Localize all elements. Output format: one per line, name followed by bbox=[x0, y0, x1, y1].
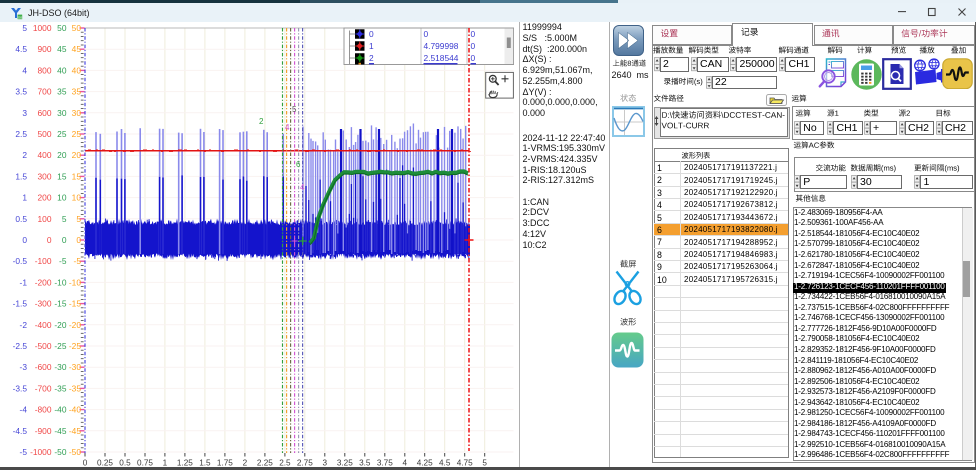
svg-text:-15: -15 bbox=[54, 299, 66, 309]
svg-text:500: 500 bbox=[38, 129, 52, 139]
svg-text:0: 0 bbox=[62, 235, 67, 245]
svg-text:-35: -35 bbox=[54, 383, 66, 393]
svg-text:0: 0 bbox=[369, 29, 374, 39]
svg-text:300: 300 bbox=[38, 171, 52, 181]
svg-text:0: 0 bbox=[471, 53, 476, 63]
svg-text:2: 2 bbox=[22, 150, 27, 160]
svg-text:-45: -45 bbox=[54, 426, 66, 436]
svg-text:-2: -2 bbox=[20, 320, 28, 330]
svg-text:0: 0 bbox=[22, 235, 27, 245]
svg-text:10: 10 bbox=[57, 193, 67, 203]
svg-text:600: 600 bbox=[38, 108, 52, 118]
svg-text:5: 5 bbox=[22, 23, 27, 33]
svg-text:-25: -25 bbox=[54, 341, 66, 351]
svg-text:0: 0 bbox=[76, 235, 81, 245]
svg-text:-300: -300 bbox=[35, 299, 52, 309]
svg-text:25: 25 bbox=[72, 129, 82, 139]
svg-text:0: 0 bbox=[424, 29, 429, 39]
svg-text:4: 4 bbox=[285, 123, 290, 132]
svg-text:-4: -4 bbox=[20, 405, 28, 415]
svg-text:-15: -15 bbox=[69, 299, 81, 309]
svg-text:-1000: -1000 bbox=[30, 447, 52, 457]
svg-text:100: 100 bbox=[38, 214, 52, 224]
svg-text:-30: -30 bbox=[54, 362, 66, 372]
svg-text:-700: -700 bbox=[35, 383, 52, 393]
svg-text:-5: -5 bbox=[20, 447, 28, 457]
svg-text:3.5: 3.5 bbox=[15, 87, 27, 97]
svg-text:so: so bbox=[18, 15, 23, 20]
svg-text:4: 4 bbox=[300, 183, 305, 192]
svg-text:15: 15 bbox=[72, 171, 82, 181]
svg-text:20: 20 bbox=[57, 150, 67, 160]
svg-text:700: 700 bbox=[38, 87, 52, 97]
svg-text:-25: -25 bbox=[69, 341, 81, 351]
svg-text:30: 30 bbox=[57, 108, 67, 118]
svg-text:400: 400 bbox=[38, 150, 52, 160]
svg-text:4.5: 4.5 bbox=[15, 44, 27, 54]
svg-text:5: 5 bbox=[292, 105, 297, 114]
svg-text:-3.5: -3.5 bbox=[13, 383, 28, 393]
svg-text:0: 0 bbox=[471, 41, 476, 51]
svg-text:-50: -50 bbox=[69, 447, 81, 457]
svg-text:2.518544: 2.518544 bbox=[424, 53, 459, 63]
svg-text:45: 45 bbox=[72, 44, 82, 54]
svg-text:-5: -5 bbox=[74, 256, 82, 266]
svg-text:-2.5: -2.5 bbox=[13, 341, 28, 351]
svg-text:35: 35 bbox=[72, 87, 82, 97]
svg-text:0: 0 bbox=[471, 29, 476, 39]
svg-text:0.5: 0.5 bbox=[15, 214, 27, 224]
svg-text:45: 45 bbox=[57, 44, 67, 54]
svg-text:-40: -40 bbox=[69, 405, 81, 415]
svg-text:2: 2 bbox=[369, 53, 374, 63]
svg-text:1.5: 1.5 bbox=[15, 171, 27, 181]
svg-text:30: 30 bbox=[72, 108, 82, 118]
svg-text:2.5: 2.5 bbox=[15, 129, 27, 139]
svg-text:35: 35 bbox=[57, 87, 67, 97]
svg-text:2: 2 bbox=[259, 117, 264, 126]
svg-text:50: 50 bbox=[72, 23, 82, 33]
svg-text:-40: -40 bbox=[54, 405, 66, 415]
svg-text:200: 200 bbox=[38, 193, 52, 203]
svg-text:40: 40 bbox=[57, 65, 67, 75]
svg-text:0: 0 bbox=[47, 235, 52, 245]
svg-text:-4.5: -4.5 bbox=[13, 426, 28, 436]
svg-text:-900: -900 bbox=[35, 426, 52, 436]
svg-text:-400: -400 bbox=[35, 320, 52, 330]
svg-text:3: 3 bbox=[22, 108, 27, 118]
svg-text:-1: -1 bbox=[20, 277, 28, 287]
svg-text:800: 800 bbox=[38, 65, 52, 75]
svg-text:-1.5: -1.5 bbox=[13, 299, 28, 309]
svg-text:5: 5 bbox=[76, 214, 81, 224]
svg-text:-600: -600 bbox=[35, 362, 52, 372]
svg-text:4.799998: 4.799998 bbox=[424, 41, 459, 51]
svg-text:40: 40 bbox=[72, 65, 82, 75]
svg-text:50: 50 bbox=[57, 23, 67, 33]
svg-text:20: 20 bbox=[72, 150, 82, 160]
svg-text:4: 4 bbox=[22, 65, 27, 75]
svg-text:-20: -20 bbox=[69, 320, 81, 330]
svg-text:1000: 1000 bbox=[33, 23, 52, 33]
svg-text:-50: -50 bbox=[54, 447, 66, 457]
svg-text:5: 5 bbox=[62, 214, 67, 224]
svg-text:-5: -5 bbox=[59, 256, 67, 266]
svg-text:-35: -35 bbox=[69, 383, 81, 393]
svg-text:-3: -3 bbox=[20, 362, 28, 372]
svg-text:-30: -30 bbox=[69, 362, 81, 372]
svg-text:1: 1 bbox=[369, 41, 374, 51]
svg-text:6: 6 bbox=[296, 160, 301, 169]
svg-text:15: 15 bbox=[57, 171, 67, 181]
svg-text:900: 900 bbox=[38, 44, 52, 54]
svg-text:-800: -800 bbox=[35, 405, 52, 415]
svg-text:10: 10 bbox=[72, 193, 82, 203]
svg-text:25: 25 bbox=[57, 129, 67, 139]
svg-text:-200: -200 bbox=[35, 277, 52, 287]
svg-text:-10: -10 bbox=[69, 277, 81, 287]
svg-text:-20: -20 bbox=[54, 320, 66, 330]
svg-text:1: 1 bbox=[22, 193, 27, 203]
svg-text:-10: -10 bbox=[54, 277, 66, 287]
svg-text:-500: -500 bbox=[35, 341, 52, 351]
svg-text:-45: -45 bbox=[69, 426, 81, 436]
svg-text:-100: -100 bbox=[35, 256, 52, 266]
svg-text:-0.5: -0.5 bbox=[13, 256, 28, 266]
